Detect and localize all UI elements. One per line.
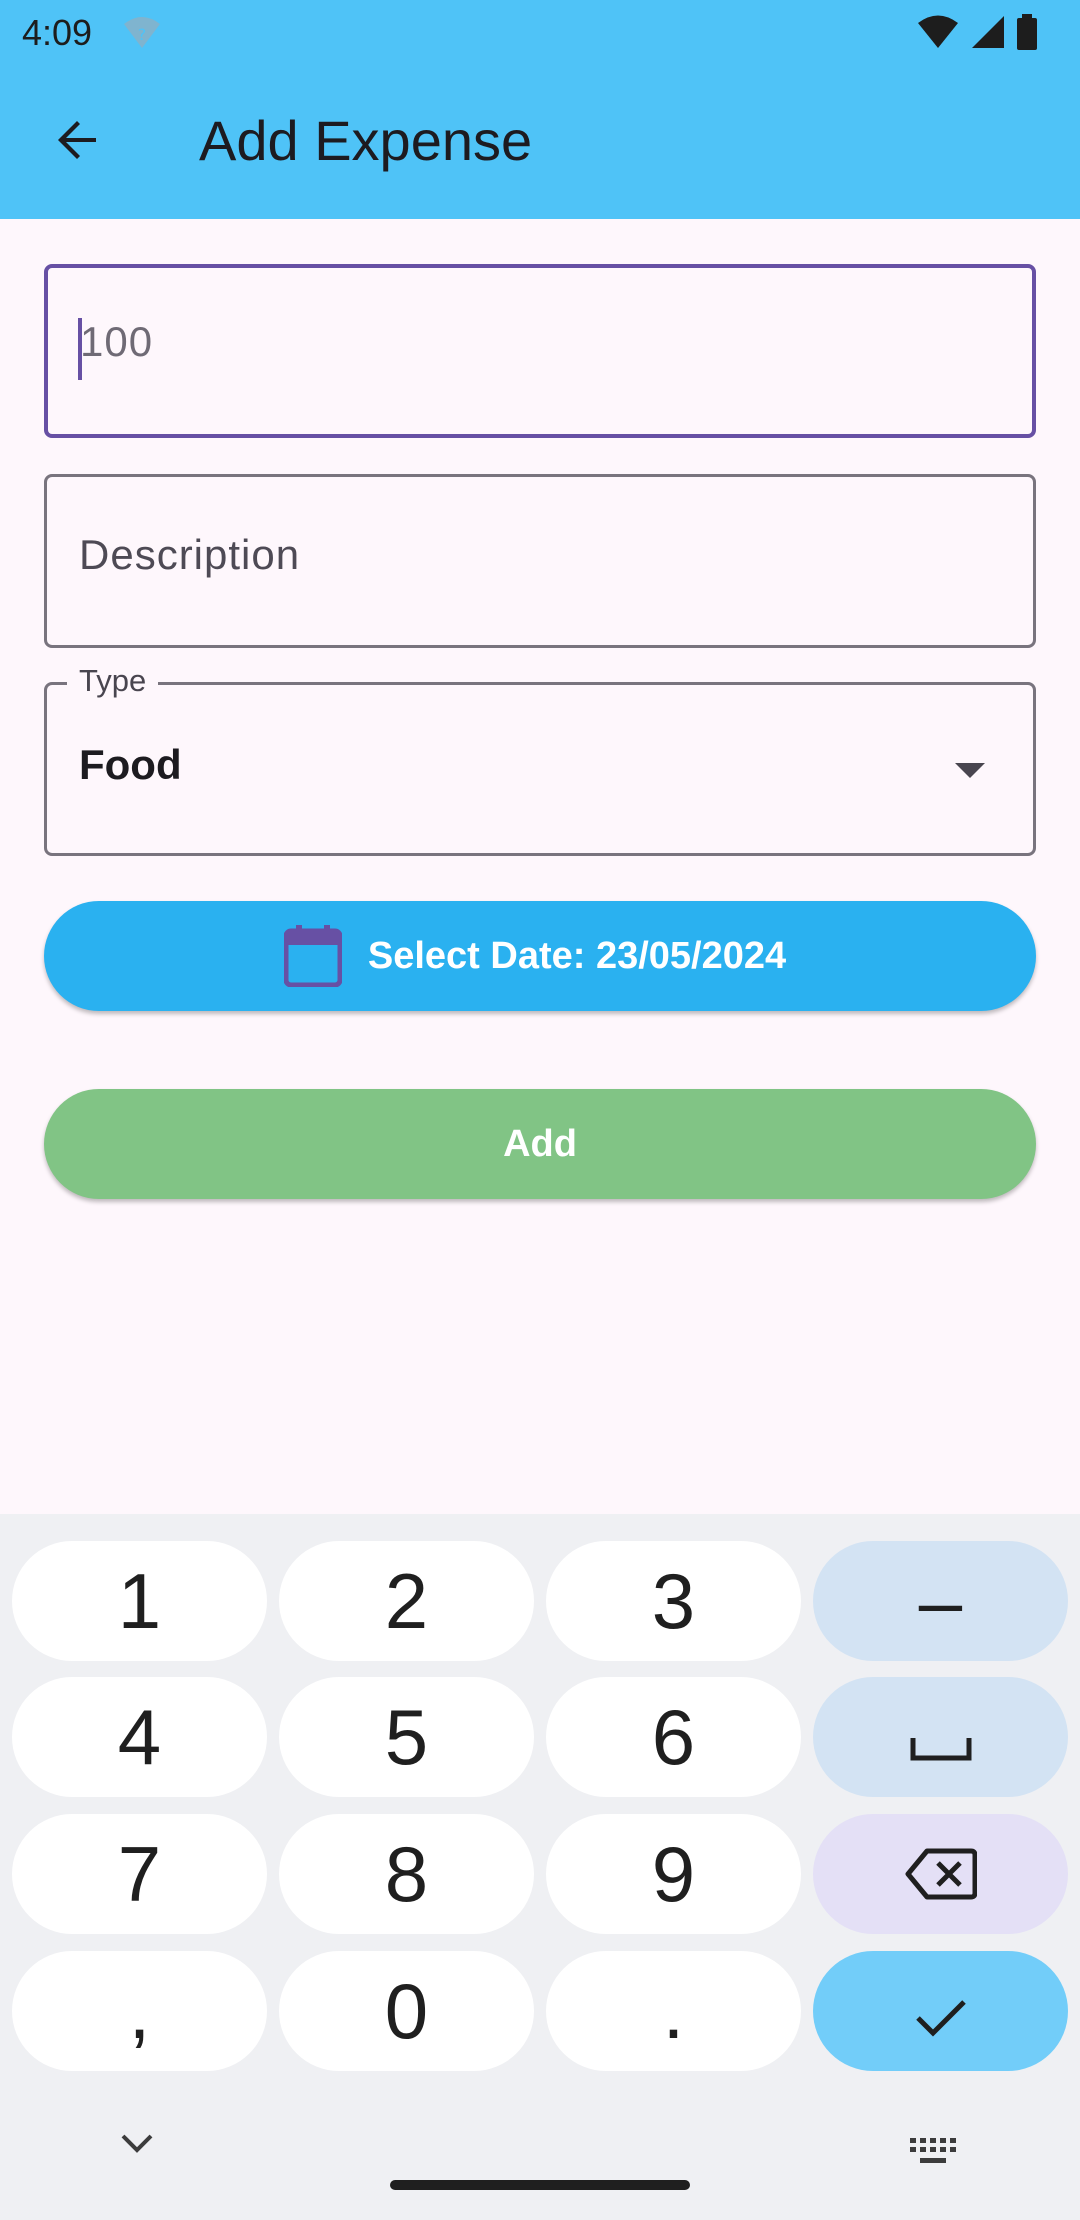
key-period[interactable]: .: [546, 1951, 801, 2071]
key-1[interactable]: 1: [12, 1541, 267, 1661]
calendar-icon: [283, 925, 342, 987]
key-4[interactable]: 4: [12, 1677, 267, 1797]
dropdown-arrow-icon: [955, 763, 985, 778]
key-space[interactable]: [813, 1677, 1068, 1797]
amount-field[interactable]: 100: [44, 264, 1036, 438]
wifi-question-icon: ?: [122, 14, 162, 55]
back-button[interactable]: [38, 102, 118, 182]
arrow-back-icon: [54, 116, 102, 169]
description-placeholder: Description: [79, 531, 301, 578]
key-5[interactable]: 5: [279, 1677, 534, 1797]
keyboard-collapse-button[interactable]: [120, 2132, 154, 2159]
key-minus[interactable]: –: [813, 1541, 1068, 1661]
key-7[interactable]: 7: [12, 1814, 267, 1934]
add-button[interactable]: Add: [44, 1089, 1036, 1199]
wifi-icon: [916, 14, 960, 55]
key-9[interactable]: 9: [546, 1814, 801, 1934]
select-date-label: Select Date: 23/05/2024: [367, 934, 787, 977]
key-backspace[interactable]: [813, 1814, 1068, 1934]
key-6[interactable]: 6: [546, 1677, 801, 1797]
space-icon: [909, 1692, 973, 1783]
select-date-button[interactable]: Select Date: 23/05/2024: [44, 901, 1036, 1011]
status-bar: 4:09 ?: [0, 0, 1080, 66]
type-value: Food: [79, 741, 182, 788]
page-title: Add Expense: [199, 109, 533, 172]
description-field[interactable]: Description: [44, 474, 1036, 648]
key-2[interactable]: 2: [279, 1541, 534, 1661]
keyboard-switch-button[interactable]: [910, 2138, 956, 2171]
key-comma[interactable]: ,: [12, 1951, 267, 2071]
key-8[interactable]: 8: [279, 1814, 534, 1934]
battery-icon: [1016, 14, 1038, 55]
key-3[interactable]: 3: [546, 1541, 801, 1661]
status-icons: [916, 14, 1038, 55]
numeric-keyboard: 1 2 3 – 4 5 6 7 8 9 , 0 .: [0, 1514, 1080, 2220]
home-indicator[interactable]: [390, 2180, 690, 2190]
chevron-down-icon: [120, 2134, 154, 2158]
keyboard-icon: [910, 2138, 956, 2170]
status-time: 4:09: [22, 12, 93, 53]
type-label: Type: [67, 663, 159, 699]
svg-text:?: ?: [138, 25, 147, 44]
backspace-icon: [905, 1829, 977, 1920]
type-dropdown[interactable]: Type Food: [44, 663, 1036, 856]
amount-input[interactable]: 100: [80, 318, 153, 366]
add-button-label: Add: [503, 1122, 577, 1165]
key-done[interactable]: [813, 1951, 1068, 2071]
cellular-signal-icon: [970, 14, 1006, 55]
key-0[interactable]: 0: [279, 1951, 534, 2071]
check-icon: [914, 1966, 968, 2057]
